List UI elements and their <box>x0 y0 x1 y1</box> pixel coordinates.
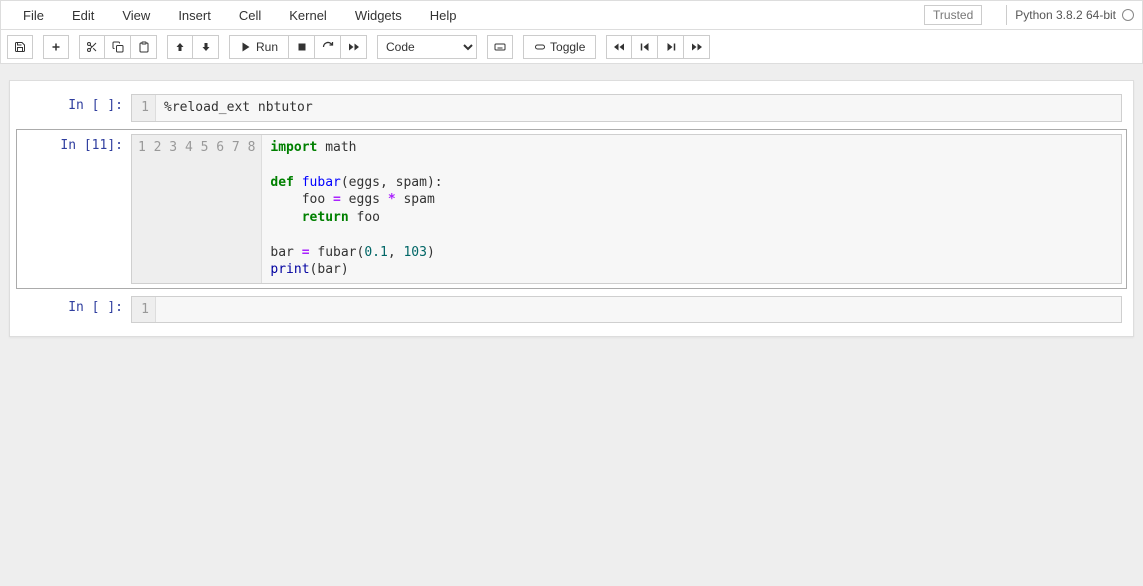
menubar: File Edit View Insert Cell Kernel Widget… <box>0 0 1143 30</box>
menu-view[interactable]: View <box>108 4 164 27</box>
step-back-icon <box>639 41 651 53</box>
kernel-idle-icon <box>1122 9 1134 21</box>
add-cell-button[interactable] <box>43 35 69 59</box>
menu-cell[interactable]: Cell <box>225 4 275 27</box>
plus-icon <box>50 41 62 53</box>
menu-insert[interactable]: Insert <box>164 4 225 27</box>
step-forward-icon <box>665 41 677 53</box>
cut-icon <box>86 41 98 53</box>
line-gutter: 1 <box>132 297 156 323</box>
first-button[interactable] <box>606 35 632 59</box>
restart-runall-button[interactable] <box>341 35 367 59</box>
input-prompt: In [11]: <box>21 134 131 284</box>
menu-widgets[interactable]: Widgets <box>341 4 416 27</box>
skip-forward-icon <box>691 41 703 53</box>
restart-button[interactable] <box>315 35 341 59</box>
move-down-button[interactable] <box>193 35 219 59</box>
notebook-container: In [ ]:1%reload_ext nbtutorIn [11]:1 2 3… <box>9 80 1134 337</box>
code-editor[interactable] <box>156 297 1121 323</box>
stop-icon <box>296 41 308 53</box>
copy-icon <box>112 41 124 53</box>
code-cell[interactable]: In [ ]:1%reload_ext nbtutor <box>16 89 1127 127</box>
prev-button[interactable] <box>632 35 658 59</box>
skip-back-icon <box>613 41 625 53</box>
copy-button[interactable] <box>105 35 131 59</box>
toolbar: Run Code Toggle <box>0 30 1143 64</box>
toggle-button[interactable]: Toggle <box>523 35 596 59</box>
divider <box>1006 5 1007 25</box>
menu-file[interactable]: File <box>9 4 58 27</box>
last-button[interactable] <box>684 35 710 59</box>
celltype-select[interactable]: Code <box>377 35 477 59</box>
arrow-down-icon <box>200 41 212 53</box>
move-up-button[interactable] <box>167 35 193 59</box>
line-gutter: 1 <box>132 95 156 121</box>
save-button[interactable] <box>7 35 33 59</box>
code-editor[interactable]: %reload_ext nbtutor <box>156 95 1121 121</box>
code-cell[interactable]: In [ ]:1 <box>16 291 1127 329</box>
menu-help[interactable]: Help <box>416 4 471 27</box>
code-cell[interactable]: In [11]:1 2 3 4 5 6 7 8import math def f… <box>16 129 1127 289</box>
cut-button[interactable] <box>79 35 105 59</box>
paste-icon <box>138 41 150 53</box>
trusted-indicator[interactable]: Trusted <box>924 5 982 25</box>
keyboard-icon <box>494 41 506 53</box>
code-editor[interactable]: import math def fubar(eggs, spam): foo =… <box>262 135 1121 283</box>
restart-icon <box>322 41 334 53</box>
menu-kernel[interactable]: Kernel <box>275 4 341 27</box>
toggle-label: Toggle <box>550 40 585 54</box>
input-prompt: In [ ]: <box>21 94 131 122</box>
line-gutter: 1 2 3 4 5 6 7 8 <box>132 135 262 283</box>
run-button[interactable]: Run <box>229 35 289 59</box>
command-palette-button[interactable] <box>487 35 513 59</box>
input-area[interactable]: 1%reload_ext nbtutor <box>131 94 1122 122</box>
fast-forward-icon <box>348 41 360 53</box>
next-button[interactable] <box>658 35 684 59</box>
run-label: Run <box>256 40 278 54</box>
input-prompt: In [ ]: <box>21 296 131 324</box>
play-icon <box>240 41 252 53</box>
menu-edit[interactable]: Edit <box>58 4 108 27</box>
paste-button[interactable] <box>131 35 157 59</box>
interrupt-button[interactable] <box>289 35 315 59</box>
kernel-name[interactable]: Python 3.8.2 64-bit <box>1015 8 1116 22</box>
toggle-icon <box>534 41 546 53</box>
input-area[interactable]: 1 <box>131 296 1122 324</box>
input-area[interactable]: 1 2 3 4 5 6 7 8import math def fubar(egg… <box>131 134 1122 284</box>
arrow-up-icon <box>174 41 186 53</box>
save-icon <box>14 41 26 53</box>
